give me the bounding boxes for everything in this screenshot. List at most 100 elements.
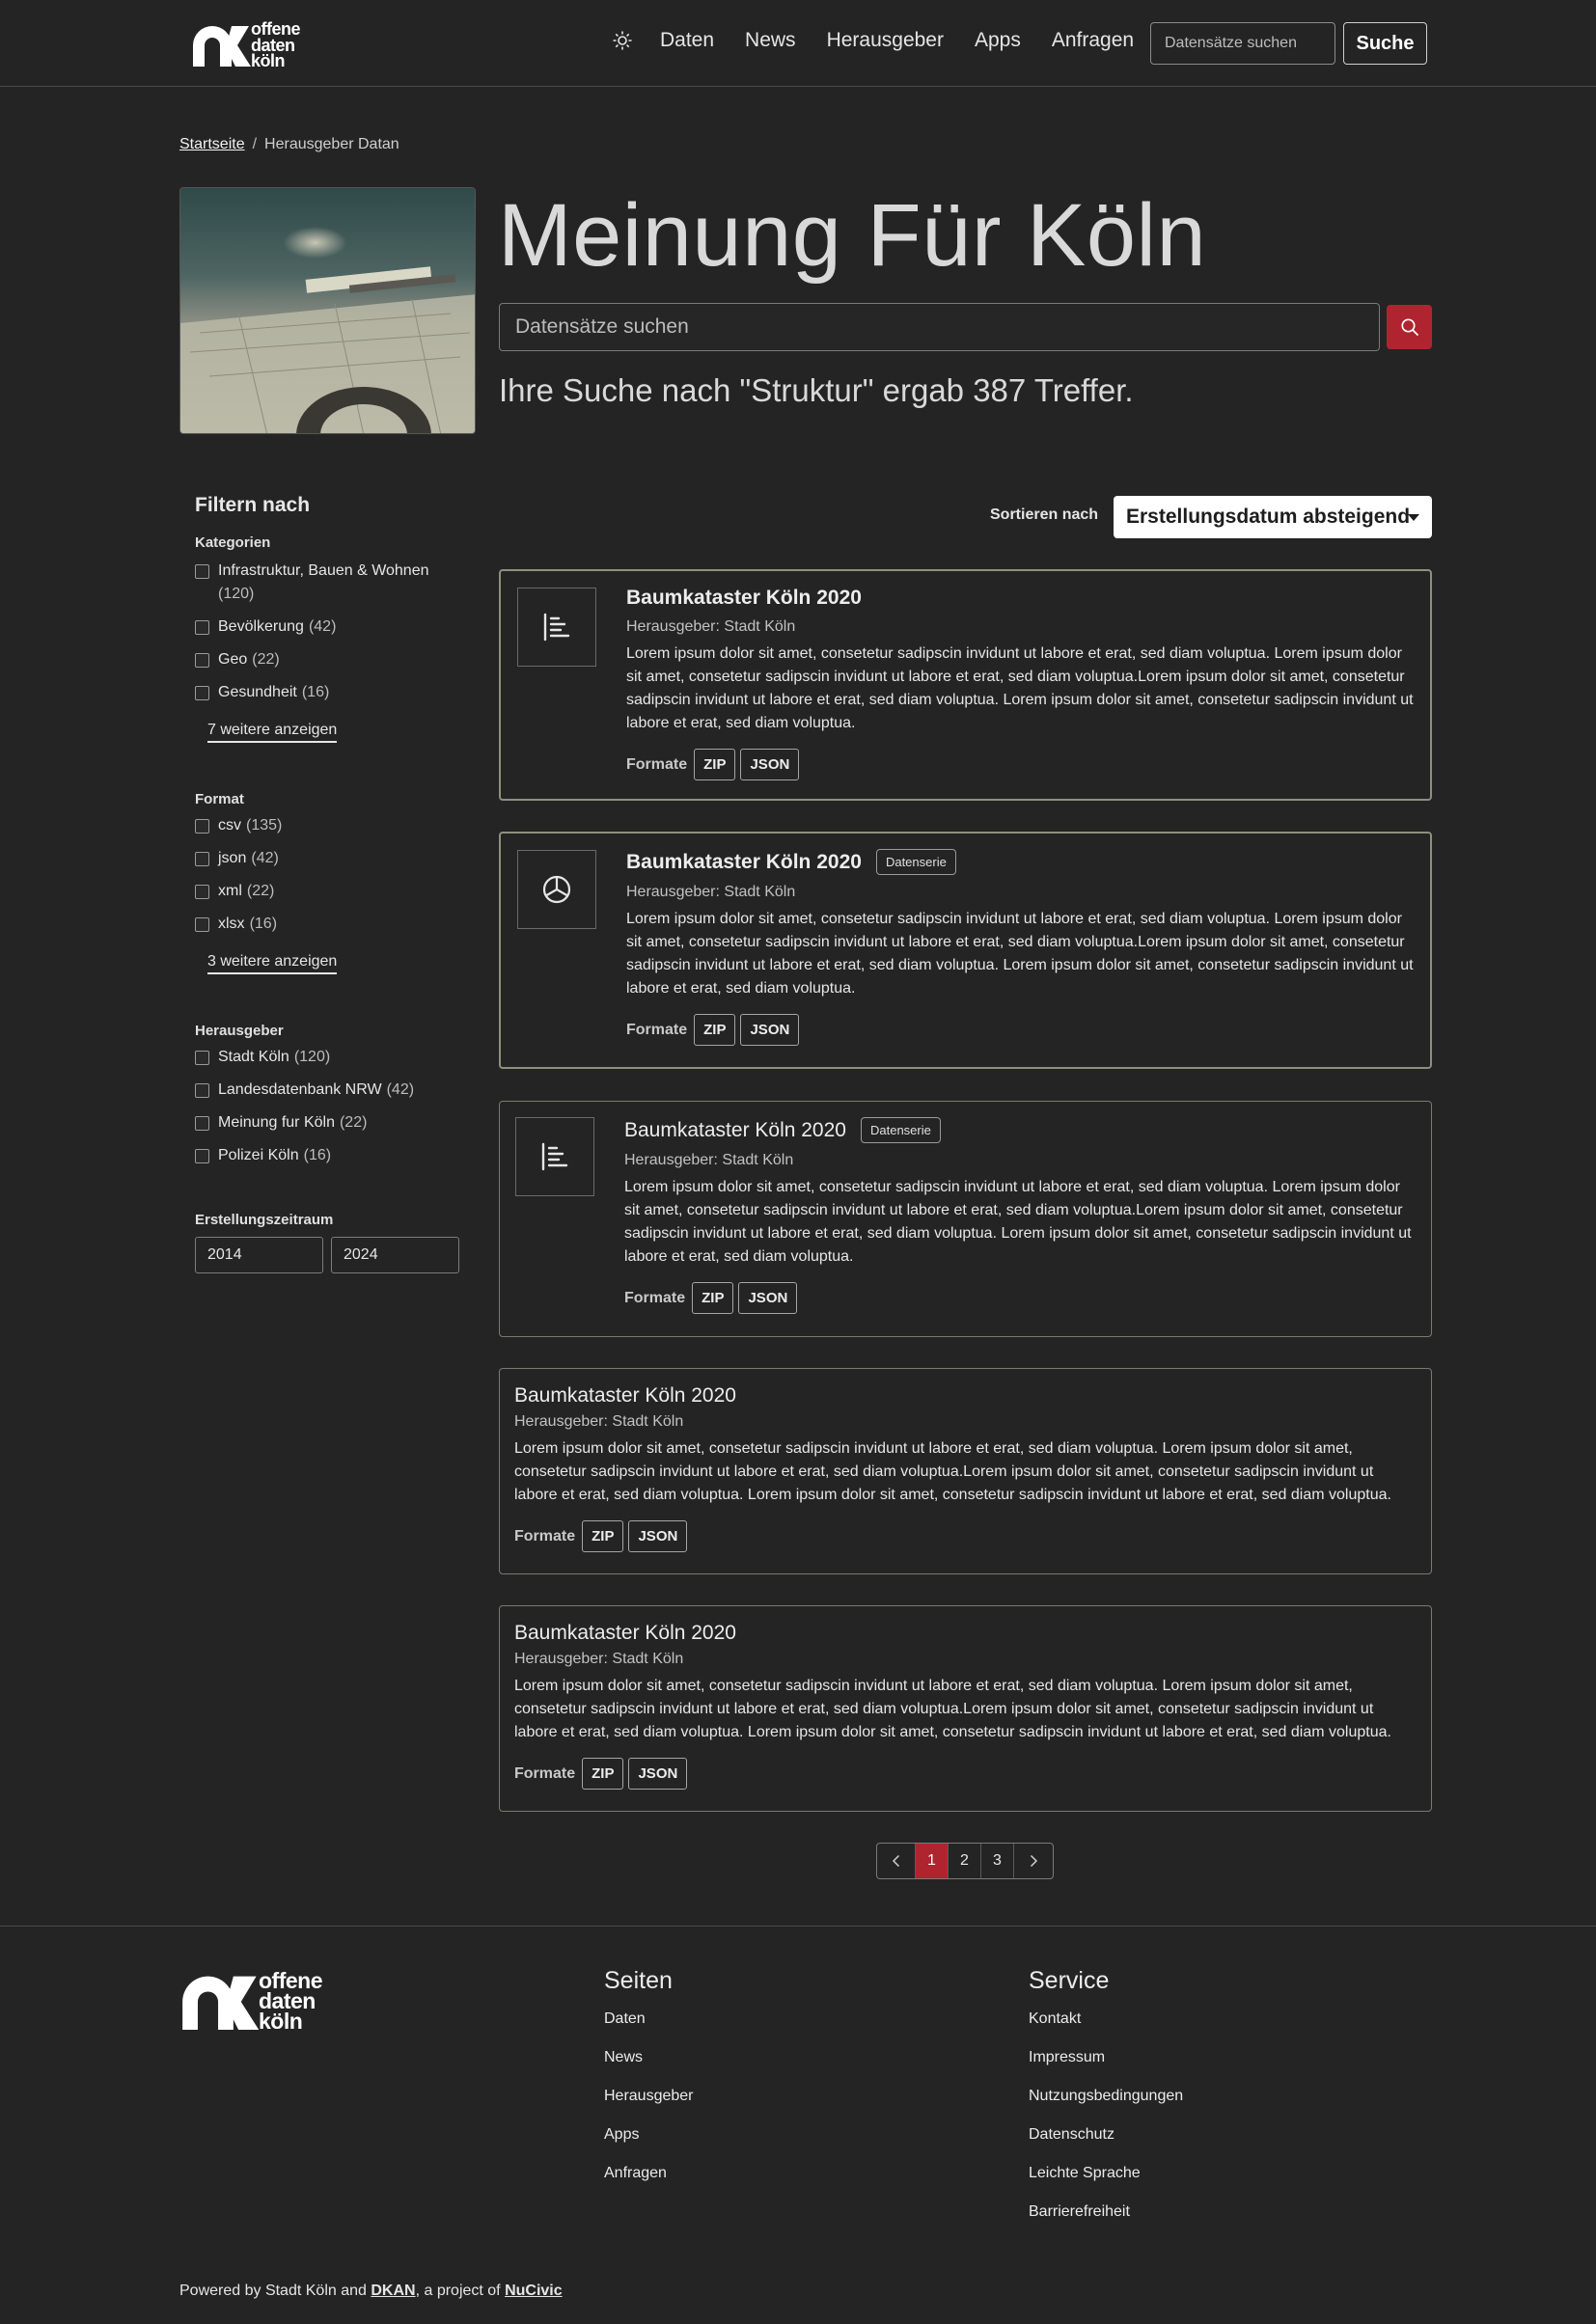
footer-link-impressum[interactable]: Impressum [1029,2049,1183,2088]
card-title-link[interactable]: Baumkataster Köln 2020 [626,587,862,610]
checkbox[interactable] [195,1116,209,1131]
sort-label: Sortieren nach [990,506,1099,523]
facet-item-publisher[interactable]: Meinung fur Köln (22) [195,1111,461,1135]
format-badge-zip[interactable]: ZIP [694,749,736,780]
period-from-input[interactable] [195,1237,323,1273]
dataset-card[interactable]: Baumkataster Köln 2020 Datenserie Heraus… [499,832,1432,1069]
facet-item-format[interactable]: xml (22) [195,880,461,903]
footer-link-nutzungsbedingungen[interactable]: Nutzungsbedingungen [1029,2088,1183,2126]
facet-count: (42) [386,1081,415,1098]
nav-apps[interactable]: Apps [975,29,1021,52]
dataset-card[interactable]: Baumkataster Köln 2020 Herausgeber: Stad… [499,1605,1432,1812]
checkbox[interactable] [195,917,209,932]
facet-item-publisher[interactable]: Polizei Köln (16) [195,1144,461,1167]
format-badge-json[interactable]: JSON [628,1520,688,1552]
format-badge-json[interactable]: JSON [738,1282,798,1314]
footer-link-daten[interactable]: Daten [604,2010,694,2049]
dataset-search-input[interactable] [499,303,1380,351]
dkan-link[interactable]: DKAN [371,2283,415,2299]
footer-link-news[interactable]: News [604,2049,694,2088]
format-badge-zip[interactable]: ZIP [582,1520,624,1552]
dataset-card[interactable]: Baumkataster Köln 2020 Herausgeber: Stad… [499,1368,1432,1574]
pagination: 1 2 3 [876,1843,1054,1879]
page-button-2[interactable]: 2 [949,1844,981,1878]
footer-link-apps[interactable]: Apps [604,2126,694,2165]
facet-item-publisher[interactable]: Stadt Köln (120) [195,1046,461,1069]
checkbox[interactable] [195,852,209,866]
facet-count: (42) [251,850,279,866]
checkbox[interactable] [195,564,209,579]
logo-wordmark: offene daten köln [259,1969,323,2032]
checkbox[interactable] [195,1149,209,1163]
checkbox[interactable] [195,620,209,635]
period-to-input[interactable] [331,1237,459,1273]
card-title-link[interactable]: Baumkataster Köln 2020 [514,1622,736,1645]
footer-link-barrierefreiheit[interactable]: Barrierefreiheit [1029,2203,1183,2242]
facet-item-category[interactable]: Bevölkerung (42) [195,615,461,639]
card-publisher: Herausgeber: Stadt Köln [626,884,796,900]
facet-item-category[interactable]: Geo (22) [195,648,461,671]
header-search-input[interactable] [1150,22,1335,65]
facet-item-category[interactable]: Infrastruktur, Bauen & Wohnen (120) [195,560,446,606]
checkbox[interactable] [195,653,209,668]
dataset-card[interactable]: Baumkataster Köln 2020 Herausgeber: Stad… [499,569,1432,801]
card-title-row: Baumkataster Köln 2020 [626,587,1415,610]
card-title-link[interactable]: Baumkataster Köln 2020 [626,851,862,874]
footer-link-herausgeber[interactable]: Herausgeber [604,2088,694,2126]
nav-daten[interactable]: Daten [660,29,714,52]
facet-item-publisher[interactable]: Landesdatenbank NRW (42) [195,1079,461,1102]
footer-link-kontakt[interactable]: Kontakt [1029,2010,1183,2049]
sort-dropdown[interactable]: Erstellungsdatum absteigend [1114,496,1432,538]
dataset-search-button[interactable] [1387,305,1432,349]
list-icon [517,588,596,667]
format-badge-json[interactable]: JSON [740,1014,800,1046]
format-badge-zip[interactable]: ZIP [582,1758,624,1790]
nucivic-link[interactable]: NuCivic [505,2283,563,2299]
show-more-categories-link[interactable]: 7 weitere anzeigen [207,722,338,743]
card-title-link[interactable]: Baumkataster Köln 2020 [514,1384,736,1408]
facet-item-format[interactable]: json (42) [195,847,461,870]
card-title-row: Baumkataster Köln 2020 [514,1384,1416,1408]
next-page-button[interactable] [1014,1844,1053,1878]
footer-link-datenschutz[interactable]: Datenschutz [1029,2126,1183,2165]
site-logo[interactable]: offene daten köln [191,20,301,71]
facet-item-format[interactable]: csv (135) [195,814,461,837]
card-title-row: Baumkataster Köln 2020 [514,1622,1416,1645]
card-title-link[interactable]: Baumkataster Köln 2020 [624,1119,846,1142]
nav-herausgeber[interactable]: Herausgeber [827,29,944,52]
checkbox[interactable] [195,1083,209,1098]
facet-item-category[interactable]: Gesundheit (16) [195,681,461,704]
dataset-card[interactable]: Baumkataster Köln 2020 Datenserie Heraus… [499,1101,1432,1337]
formats-label: Formate [514,1764,576,1782]
page-button-1[interactable]: 1 [916,1844,949,1878]
checkbox[interactable] [195,686,209,700]
facet-label-text: Bevölkerung [218,618,304,635]
footer-logo[interactable]: offene daten köln [179,1969,323,2033]
prev-page-button[interactable] [877,1844,916,1878]
nav-news[interactable]: News [745,29,796,52]
formats-label: Formate [626,1021,688,1038]
footer-link-leichte-sprache[interactable]: Leichte Sprache [1029,2165,1183,2203]
logo-line: köln [251,51,286,71]
powered-pre: Powered by Stadt Köln and [179,2283,371,2299]
format-badge-zip[interactable]: ZIP [692,1282,734,1314]
checkbox[interactable] [195,819,209,834]
facet-count: (16) [301,684,330,700]
format-badge-zip[interactable]: ZIP [694,1014,736,1046]
sun-icon[interactable] [612,30,633,51]
breadcrumb-home-link[interactable]: Startseite [179,136,245,152]
checkbox[interactable] [195,1051,209,1065]
facet-item-format[interactable]: xlsx (16) [195,913,461,936]
header-search-button[interactable]: Suche [1343,22,1427,65]
footer-link-anfragen[interactable]: Anfragen [604,2165,694,2203]
format-badge-json[interactable]: JSON [740,749,800,780]
format-badge-json[interactable]: JSON [628,1758,688,1790]
sort-value: Erstellungsdatum absteigend [1126,506,1411,528]
checkbox[interactable] [195,885,209,899]
show-more-formats-link[interactable]: 3 weitere anzeigen [207,953,338,974]
card-publisher: Herausgeber: Stadt Köln [626,618,796,635]
page-button-3[interactable]: 3 [981,1844,1014,1878]
card-body: Baumkataster Köln 2020 Herausgeber: Stad… [514,1622,1416,1790]
nav-anfragen[interactable]: Anfragen [1052,29,1134,52]
facet-label-text: Geo [218,651,248,668]
